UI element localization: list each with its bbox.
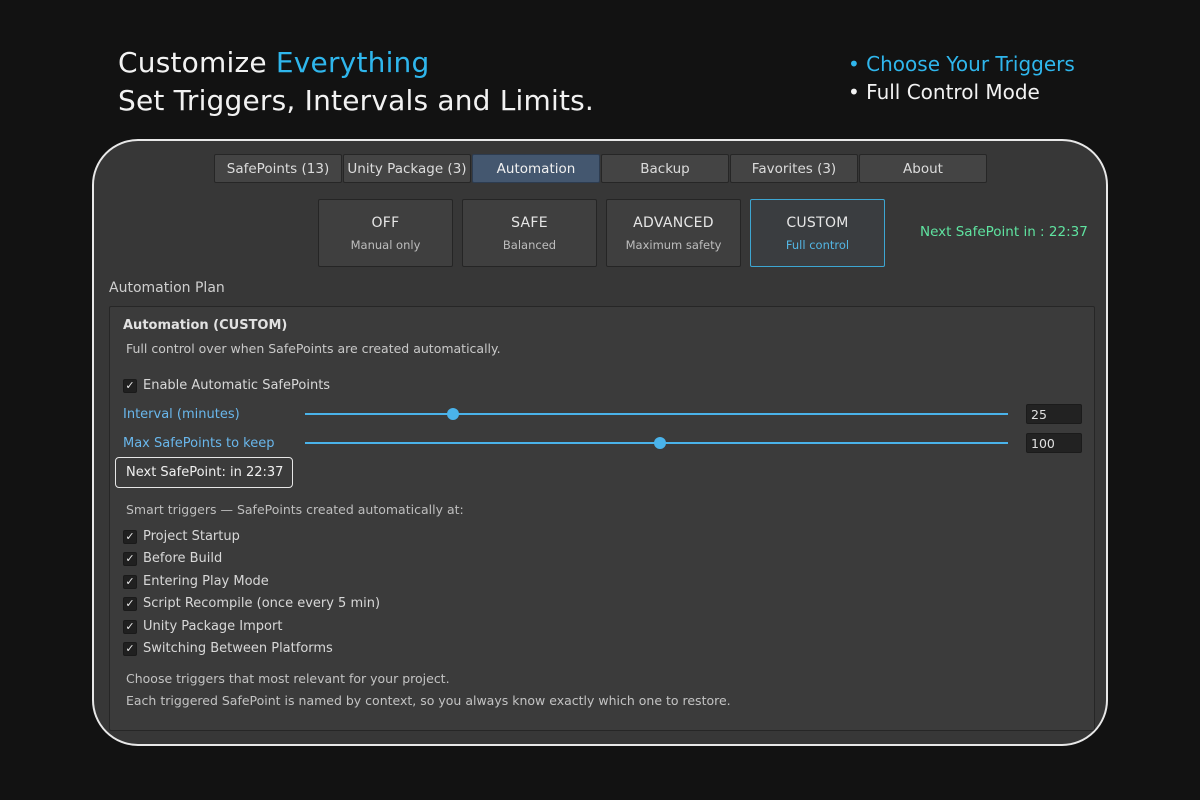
mode-subtitle: Maximum safety (625, 237, 722, 252)
trigger-unity-package-import[interactable]: ✓ Unity Package Import (123, 619, 282, 634)
max-safepoints-input[interactable]: 100 (1026, 433, 1082, 453)
automation-plan-panel: Automation (CUSTOM) Full control over wh… (109, 306, 1095, 731)
tab-automation[interactable]: Automation (472, 154, 600, 183)
checkmark-icon[interactable]: ✓ (123, 378, 137, 393)
mode-custom-button[interactable]: CUSTOM Full control (750, 199, 885, 267)
trigger-label: Project Startup (143, 529, 240, 544)
footer-note-1: Choose triggers that most relevant for y… (126, 671, 450, 686)
trigger-label: Unity Package Import (143, 619, 283, 634)
trigger-label: Entering Play Mode (143, 574, 269, 589)
interval-label: Interval (minutes) (123, 407, 240, 422)
smart-triggers-label: Smart triggers — SafePoints created auto… (126, 502, 464, 517)
next-safepoint-box: Next SafePoint: in 22:37 (115, 457, 293, 488)
trigger-switching-platforms[interactable]: ✓ Switching Between Platforms (123, 641, 333, 656)
promo-bullets: • Choose Your Triggers • Full Control Mo… (848, 50, 1075, 106)
trigger-label: Switching Between Platforms (143, 641, 333, 656)
headline-accent: Everything (275, 46, 430, 79)
checkmark-icon[interactable]: ✓ (123, 529, 137, 544)
tab-bar: SafePoints (13) Unity Package (3) Automa… (214, 154, 988, 183)
plan-description: Full control over when SafePoints are cr… (126, 341, 501, 356)
headline-line2: Set Triggers, Intervals and Limits. (118, 84, 595, 117)
max-safepoints-label: Max SafePoints to keep (123, 436, 275, 451)
next-safepoint-countdown: Next SafePoint in : 22:37 (920, 224, 1088, 240)
tab-about[interactable]: About (859, 154, 987, 183)
checkmark-icon[interactable]: ✓ (123, 596, 137, 611)
mode-off-button[interactable]: OFF Manual only (318, 199, 453, 267)
plan-title: Automation (CUSTOM) (123, 318, 288, 333)
mode-advanced-button[interactable]: ADVANCED Maximum safety (606, 199, 741, 267)
tab-favorites[interactable]: Favorites (3) (730, 154, 858, 183)
mode-title: OFF (371, 214, 400, 231)
tab-unity-package[interactable]: Unity Package (3) (343, 154, 471, 183)
enable-automatic-row[interactable]: ✓ Enable Automatic SafePoints (123, 378, 330, 393)
bullet-full-control: • Full Control Mode (848, 80, 1040, 104)
checkmark-icon[interactable]: ✓ (123, 619, 137, 634)
mode-title: CUSTOM (786, 214, 849, 231)
promo-headline: Customize Everything Set Triggers, Inter… (118, 44, 594, 120)
checkmark-icon[interactable]: ✓ (123, 641, 137, 656)
interval-input[interactable]: 25 (1026, 404, 1082, 424)
enable-automatic-label: Enable Automatic SafePoints (143, 378, 331, 393)
mode-title: ADVANCED (633, 214, 714, 231)
checkmark-icon[interactable]: ✓ (123, 574, 137, 589)
automation-plan-label: Automation Plan (109, 280, 225, 296)
trigger-script-recompile[interactable]: ✓ Script Recompile (once every 5 min) (123, 596, 380, 611)
trigger-label: Script Recompile (once every 5 min) (143, 596, 381, 611)
trigger-before-build[interactable]: ✓ Before Build (123, 551, 222, 566)
checkmark-icon[interactable]: ✓ (123, 551, 137, 566)
mode-subtitle: Full control (785, 237, 850, 252)
max-safepoints-slider-handle[interactable] (654, 437, 666, 449)
mode-title: SAFE (511, 214, 548, 231)
footer-note-2: Each triggered SafePoint is named by con… (126, 693, 731, 708)
trigger-entering-play-mode[interactable]: ✓ Entering Play Mode (123, 574, 269, 589)
tab-safepoints[interactable]: SafePoints (13) (214, 154, 342, 183)
mode-selector: OFF Manual only SAFE Balanced ADVANCED M… (318, 199, 894, 267)
bullet-choose-triggers: • Choose Your Triggers (848, 52, 1075, 76)
interval-slider-track[interactable] (305, 413, 1008, 415)
mode-safe-button[interactable]: SAFE Balanced (462, 199, 597, 267)
headline-part1: Customize (118, 46, 276, 79)
mode-subtitle: Balanced (502, 237, 557, 252)
interval-slider-handle[interactable] (446, 408, 459, 420)
trigger-label: Before Build (143, 551, 223, 566)
trigger-project-startup[interactable]: ✓ Project Startup (123, 529, 240, 544)
editor-window: SafePoints (13) Unity Package (3) Automa… (92, 139, 1108, 746)
tab-backup[interactable]: Backup (601, 154, 729, 183)
mode-subtitle: Manual only (350, 237, 421, 252)
